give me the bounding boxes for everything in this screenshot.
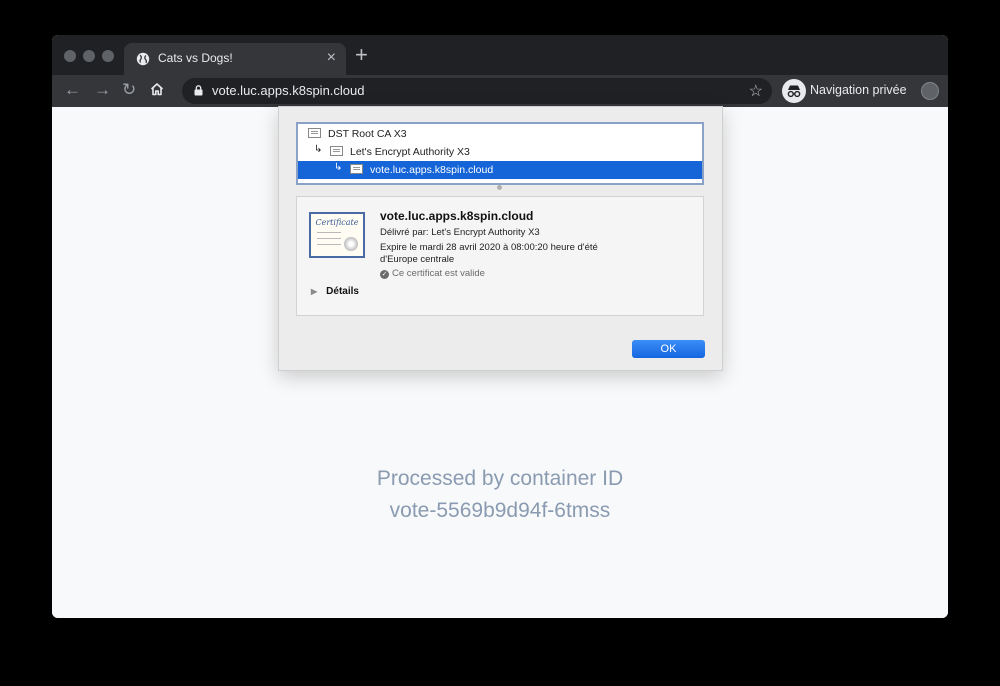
page-content: Processed by container ID vote-5569b9d94… [52,106,948,618]
chain-item-label: DST Root CA X3 [328,128,407,140]
toolbar: ← → ↻ vote.luc.apps.k8spin.cloud ☆ Navig… [52,75,948,107]
close-window-button[interactable] [64,50,76,62]
certificate-seal-icon [344,237,358,251]
browser-window: Cats vs Dogs! × + ← → ↻ vote.luc.apps.k8… [52,35,948,618]
certificate-issuer: Délivré par: Let's Encrypt Authority X3 [380,227,540,238]
close-tab-icon[interactable]: × [327,49,336,67]
new-tab-button[interactable]: + [355,43,368,67]
details-label: Détails [326,286,359,297]
profile-avatar[interactable] [921,82,939,100]
maximize-window-button[interactable] [102,50,114,62]
container-id: vote-5569b9d94f-6tmss [389,499,611,522]
tab-cats-vs-dogs[interactable]: Cats vs Dogs! × [124,43,346,75]
certificate-image: Certificate [309,212,365,258]
certificate-icon [308,128,321,138]
certificate-icon [350,164,363,174]
back-button[interactable]: ← [64,79,81,101]
chain-arrow-icon: ↳ [334,162,343,173]
disclosure-triangle-icon[interactable]: ▶ [311,287,317,296]
forward-button[interactable]: → [94,79,111,101]
chain-item-leaf[interactable]: ↳ vote.luc.apps.k8spin.cloud [298,161,702,179]
chain-item-label: vote.luc.apps.k8spin.cloud [370,164,494,176]
chain-item-label: Let's Encrypt Authority X3 [350,146,470,158]
incognito-label: Navigation privée [810,83,907,97]
incognito-icon [782,79,806,103]
certificate-image-text: Certificate [315,218,359,227]
minimize-window-button[interactable] [83,50,95,62]
details-disclosure[interactable]: ▶ Détails [311,286,359,297]
reload-button[interactable]: ↻ [122,79,136,101]
chain-item-root[interactable]: DST Root CA X3 [298,125,702,143]
chain-item-intermediate[interactable]: ↳ Let's Encrypt Authority X3 [298,143,702,161]
home-icon[interactable] [150,82,164,96]
ok-button[interactable]: OK [632,340,705,358]
tab-bar: Cats vs Dogs! × + [52,35,948,75]
split-resize-handle[interactable] [497,185,502,190]
certificate-expiry: Expire le mardi 28 avril 2020 à 08:00:20… [380,242,598,253]
chain-arrow-icon: ↳ [314,144,323,155]
address-bar[interactable]: vote.luc.apps.k8spin.cloud ☆ [182,78,772,104]
certificate-common-name: vote.luc.apps.k8spin.cloud [380,209,534,223]
certificate-chain-list: DST Root CA X3 ↳ Let's Encrypt Authority… [296,122,704,185]
url-text: vote.luc.apps.k8spin.cloud [212,83,365,98]
lock-icon[interactable] [194,85,203,96]
bookmark-star-icon[interactable]: ☆ [749,81,763,101]
certificate-dialog: DST Root CA X3 ↳ Let's Encrypt Authority… [278,106,723,371]
certificate-icon [330,146,343,156]
certificate-info-panel: Certificate vote.luc.apps.k8spin.cloud D… [296,196,704,316]
globe-icon [136,52,150,66]
certificate-status-text: Ce certificat est valide [392,268,485,279]
tab-title: Cats vs Dogs! [158,51,233,65]
check-circle-icon: ✓ [380,270,389,279]
certificate-expiry-continued: d'Europe centrale [380,254,455,265]
certificate-status: ✓ Ce certificat est valide [380,268,485,279]
processed-by-label: Processed by container ID [376,467,624,490]
